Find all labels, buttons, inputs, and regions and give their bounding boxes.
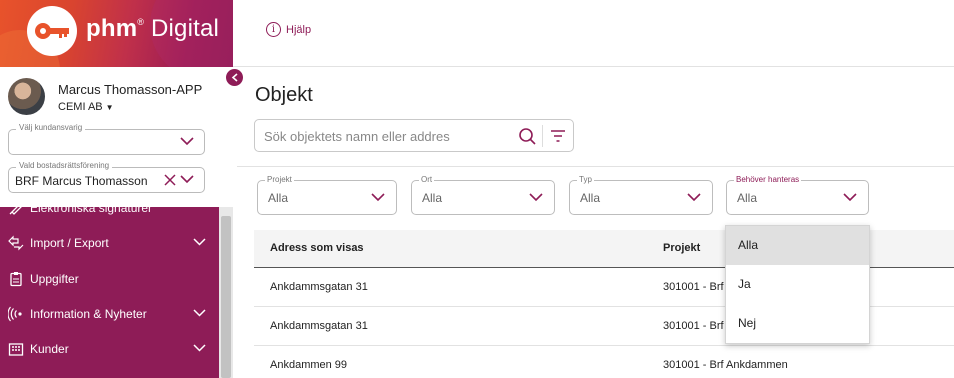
search-divider [542, 125, 543, 147]
signature-icon [9, 207, 22, 215]
brand-logo-text: phm® Digital [86, 15, 220, 42]
section-divider [237, 166, 954, 167]
sidebar-scroll-thumb[interactable] [221, 216, 231, 378]
chevron-down-icon [529, 193, 543, 202]
dropdown-option-all[interactable]: Alla [726, 226, 869, 265]
page-title: Objekt [255, 84, 313, 106]
sidebar-item-label: Uppgifter [30, 272, 79, 286]
dropdown-option-yes[interactable]: Ja [726, 265, 869, 304]
filter-value: Alla [268, 191, 289, 205]
chevron-down-icon [180, 175, 194, 184]
top-bar: i Hjälp [233, 0, 954, 67]
collapse-sidebar-button[interactable] [226, 69, 243, 86]
caret-down-icon: ▼ [105, 103, 114, 112]
association-legend: Vald bostadsrättsförening [16, 161, 113, 170]
chevron-down-icon [193, 344, 206, 352]
clipboard-icon [10, 272, 22, 287]
column-header-address[interactable]: Adress som visas [270, 242, 364, 254]
avatar[interactable] [8, 78, 45, 115]
filter-needs-handling[interactable]: Behöver hanteras Alla [726, 175, 869, 215]
org-switcher[interactable]: CEMI AB ▼ [58, 101, 114, 113]
filter-legend: Behöver hanteras [734, 175, 802, 184]
cell-project: 301001 - Brf [663, 281, 724, 293]
customer-manager-legend: Välj kundansvarig [16, 123, 86, 132]
column-header-project[interactable]: Projekt [663, 242, 700, 254]
building-icon [8, 343, 24, 356]
chevron-left-icon [231, 73, 238, 82]
cell-address: Ankdammsgatan 31 [270, 281, 368, 293]
cell-project: 301001 - Brf Ankdammen [663, 359, 788, 371]
import-export-icon [8, 235, 24, 251]
clear-icon[interactable] [164, 174, 176, 186]
chevron-down-icon [843, 193, 857, 202]
filter-legend: Typ [577, 175, 594, 184]
filter-value: Alla [737, 191, 758, 205]
sidebar-item-tasks[interactable]: Uppgifter [0, 262, 219, 296]
sidebar: phm® Digital Marcus Thomasson-APP CEMI A… [0, 0, 233, 378]
search-icon[interactable] [518, 127, 536, 145]
search-box [254, 119, 574, 152]
help-label: Hjälp [286, 23, 312, 36]
chevron-down-icon [193, 238, 206, 246]
filter-legend: Ort [419, 175, 435, 184]
brand-header: phm® Digital [0, 0, 233, 67]
cell-address: Ankdammsgatan 31 [270, 320, 368, 332]
help-link[interactable]: i Hjälp [266, 22, 311, 37]
cell-project: 301001 - Brf [663, 320, 724, 332]
chevron-down-icon [371, 193, 385, 202]
search-input[interactable] [264, 127, 512, 145]
sidebar-item-customers[interactable]: Kunder [0, 332, 219, 366]
user-name: Marcus Thomasson-APP [58, 82, 203, 97]
association-value: BRF Marcus Thomasson [15, 174, 148, 188]
filter-type[interactable]: Typ Alla [569, 175, 713, 215]
filter-value: Alla [580, 191, 601, 205]
association-select[interactable]: Vald bostadsrättsförening BRF Marcus Tho… [8, 161, 205, 193]
user-panel: Marcus Thomasson-APP CEMI AB ▼ Välj kunda… [0, 67, 233, 207]
sidebar-item-label: Import / Export [30, 236, 109, 250]
chevron-down-icon [180, 137, 194, 146]
info-icon: i [266, 22, 281, 37]
sidebar-item-electronic-signatures[interactable]: Elektroniska signaturer [0, 207, 219, 225]
sidebar-item-label: Kunder [30, 342, 69, 356]
filter-city[interactable]: Ort Alla [411, 175, 555, 215]
filter-project[interactable]: Projekt Alla [257, 175, 397, 215]
sidebar-item-label: Information & Nyheter [30, 307, 147, 321]
needs-handling-dropdown: Alla Ja Nej [725, 225, 870, 344]
sidebar-item-information-news[interactable]: Information & Nyheter [0, 297, 219, 331]
cell-address: Ankdammen 99 [270, 359, 348, 371]
chevron-down-icon [687, 193, 701, 202]
broadcast-icon [8, 306, 22, 322]
filter-legend: Projekt [265, 175, 294, 184]
org-name: CEMI AB [58, 101, 103, 113]
sidebar-item-import-export[interactable]: Import / Export [0, 226, 219, 260]
sidebar-item-label: Elektroniska signaturer [30, 207, 153, 215]
key-logo-icon [27, 6, 77, 56]
chevron-down-icon [193, 309, 206, 317]
filter-value: Alla [422, 191, 443, 205]
dropdown-option-no[interactable]: Nej [726, 304, 869, 343]
filter-icon[interactable] [550, 129, 566, 143]
sidebar-menu: Elektroniska signaturer Import / Export … [0, 207, 219, 378]
table-row[interactable]: Ankdammen 99 301001 - Brf Ankdammen [254, 346, 954, 378]
customer-manager-select[interactable]: Välj kundansvarig [8, 123, 205, 155]
